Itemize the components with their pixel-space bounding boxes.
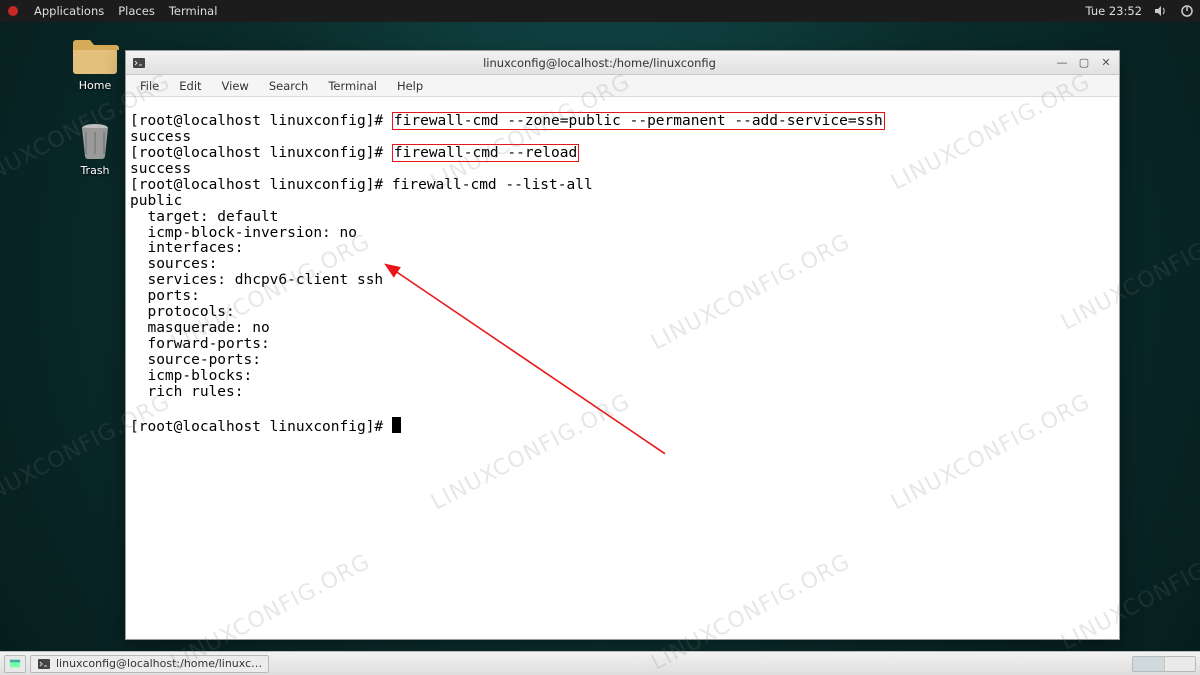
output-text: source-ports: — [130, 352, 261, 368]
prompt: [root@localhost linuxconfig]# — [130, 419, 392, 435]
menubar-edit[interactable]: Edit — [171, 77, 209, 95]
command-text: firewall-cmd --list-all — [392, 177, 593, 193]
menubar-terminal[interactable]: Terminal — [320, 77, 385, 95]
menu-terminal[interactable]: Terminal — [169, 4, 218, 18]
output-text: forward-ports: — [130, 336, 270, 352]
power-icon[interactable] — [1180, 4, 1194, 18]
taskbar-task-terminal[interactable]: linuxconfig@localhost:/home/linuxc… — [30, 655, 269, 673]
command-text: firewall-cmd --zone=public --permanent -… — [394, 113, 883, 129]
prompt: [root@localhost linuxconfig]# — [130, 145, 392, 161]
window-minimize-button[interactable]: — — [1055, 56, 1069, 70]
terminal-app-icon — [37, 657, 51, 671]
output-text: protocols: — [130, 304, 235, 320]
output-text: public — [130, 193, 182, 209]
desktop-icon-label: Trash — [80, 164, 109, 177]
desktop-icon-trash[interactable]: Trash — [55, 120, 135, 177]
command-text: firewall-cmd --reload — [394, 145, 577, 161]
taskbar-task-label: linuxconfig@localhost:/home/linuxc… — [56, 657, 262, 670]
menu-places[interactable]: Places — [118, 4, 155, 18]
desktop-icons-area: Home Trash — [55, 35, 135, 205]
output-text: icmp-block-inversion: no — [130, 225, 357, 241]
highlight-box-cmd2: firewall-cmd --reload — [392, 144, 579, 162]
output-text: services: dhcpv6-client ssh — [130, 272, 383, 288]
output-text: success — [130, 161, 191, 177]
output-text: success — [130, 129, 191, 145]
menubar-view[interactable]: View — [214, 77, 257, 95]
terminal-title: linuxconfig@localhost:/home/linuxconfig — [150, 56, 1049, 70]
menubar-search[interactable]: Search — [261, 77, 317, 95]
terminal-titlebar[interactable]: linuxconfig@localhost:/home/linuxconfig … — [126, 51, 1119, 75]
output-text: interfaces: — [130, 240, 244, 256]
cursor-icon — [392, 417, 401, 433]
output-text: sources: — [130, 256, 217, 272]
output-text: icmp-blocks: — [130, 368, 252, 384]
trash-icon — [71, 120, 119, 160]
terminal-app-icon — [132, 56, 146, 70]
bottom-panel: linuxconfig@localhost:/home/linuxc… — [0, 651, 1200, 675]
top-panel: Applications Places Terminal Tue 23:52 — [0, 0, 1200, 22]
workspace-2[interactable] — [1165, 657, 1196, 671]
prompt: [root@localhost linuxconfig]# — [130, 113, 392, 129]
show-desktop-button[interactable] — [4, 655, 26, 673]
terminal-menubar: File Edit View Search Terminal Help — [126, 75, 1119, 97]
distro-icon — [6, 4, 20, 18]
output-text: masquerade: no — [130, 320, 270, 336]
output-text: ports: — [130, 288, 200, 304]
highlight-box-cmd1: firewall-cmd --zone=public --permanent -… — [392, 112, 885, 130]
terminal-body[interactable]: [root@localhost linuxconfig]# firewall-c… — [126, 97, 1119, 639]
desktop-icon-home[interactable]: Home — [55, 35, 135, 92]
folder-icon — [71, 35, 119, 75]
workspace-switcher[interactable] — [1132, 656, 1196, 672]
prompt: [root@localhost linuxconfig]# — [130, 177, 392, 193]
workspace-1[interactable] — [1133, 657, 1165, 671]
menubar-help[interactable]: Help — [389, 77, 431, 95]
output-text: target: default — [130, 209, 278, 225]
menubar-file[interactable]: File — [132, 77, 167, 95]
output-text: rich rules: — [130, 384, 244, 400]
menu-applications[interactable]: Applications — [34, 4, 104, 18]
clock[interactable]: Tue 23:52 — [1086, 4, 1142, 18]
terminal-window: linuxconfig@localhost:/home/linuxconfig … — [125, 50, 1120, 640]
window-maximize-button[interactable]: ▢ — [1077, 56, 1091, 70]
window-close-button[interactable]: ✕ — [1099, 56, 1113, 70]
desktop-icon-label: Home — [79, 79, 111, 92]
volume-icon[interactable] — [1154, 4, 1168, 18]
